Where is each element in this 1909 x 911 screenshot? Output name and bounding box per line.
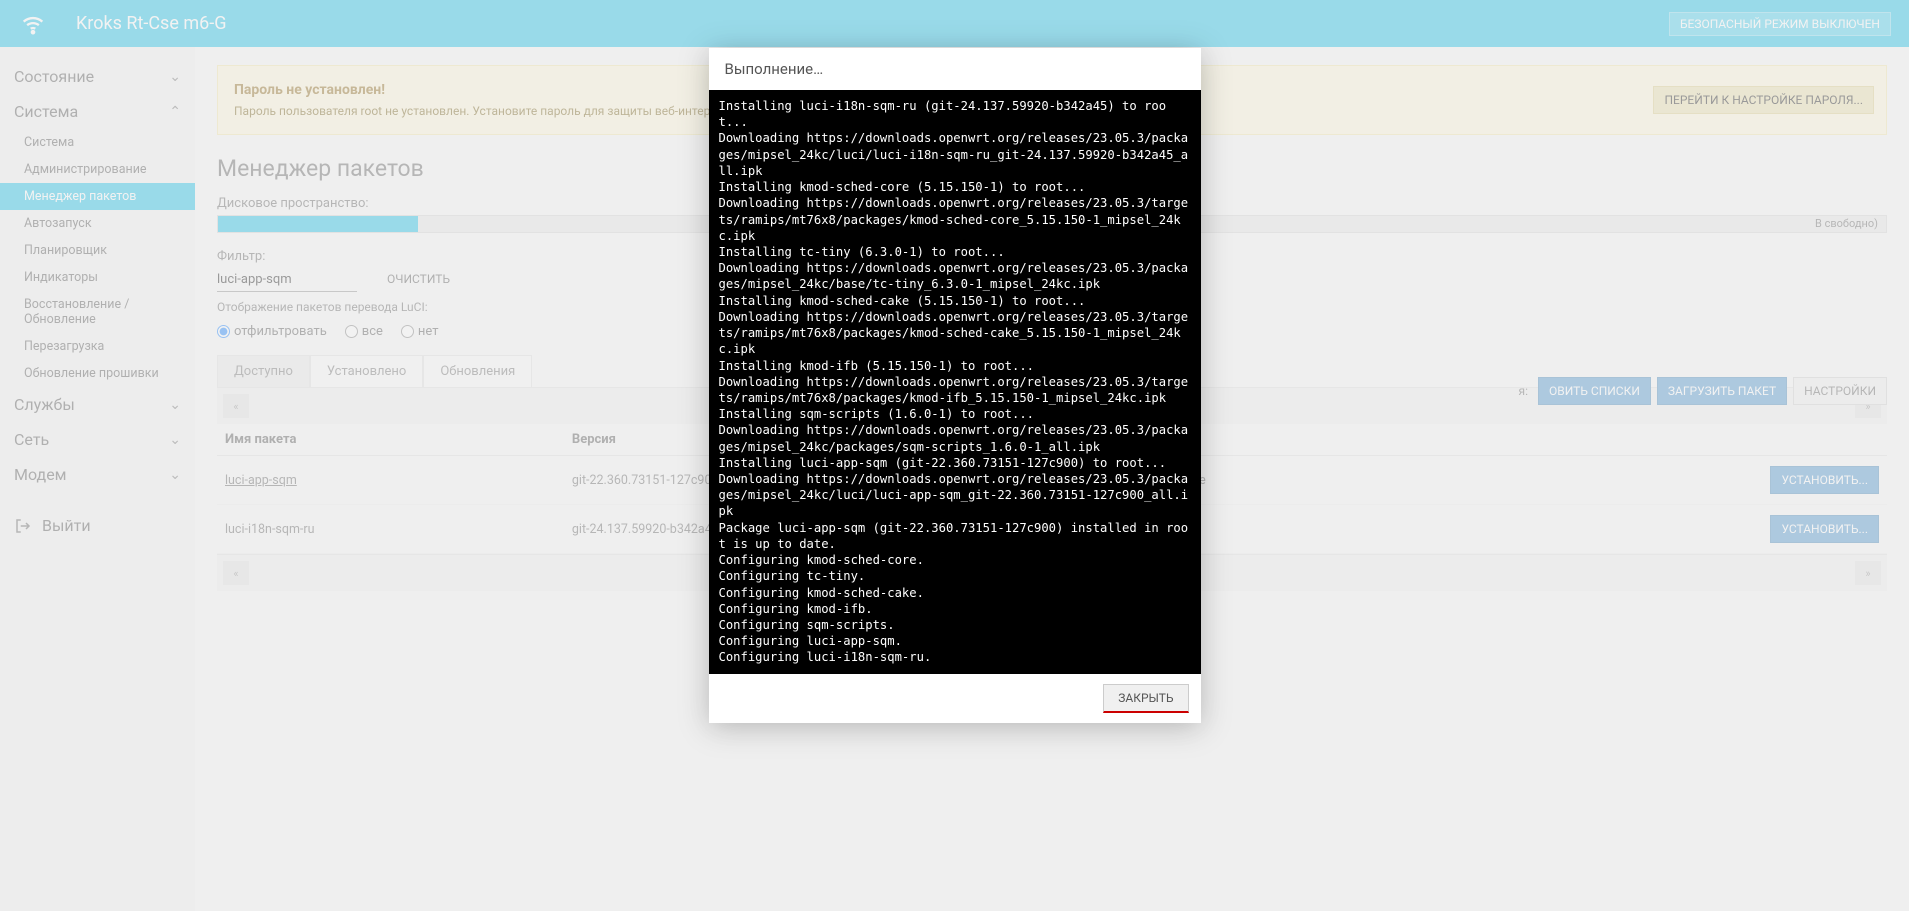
terminal-output: Installing luci-i18n-sqm-ru (git-24.137.… (709, 90, 1201, 674)
modal-title: Выполнение… (709, 48, 1201, 90)
install-modal: Выполнение… Installing luci-i18n-sqm-ru … (709, 48, 1201, 723)
modal-close-button[interactable]: ЗАКРЫТЬ (1103, 684, 1188, 713)
